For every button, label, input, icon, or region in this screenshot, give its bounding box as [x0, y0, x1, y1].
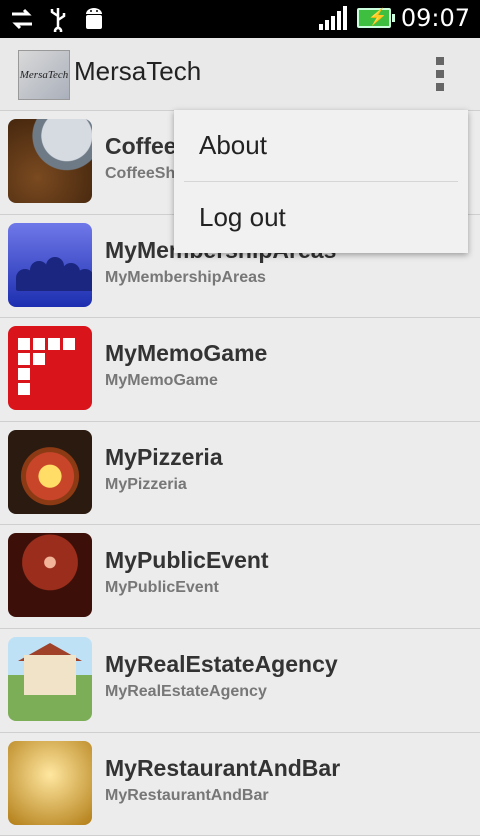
people-silhouettes-thumbnail [8, 222, 92, 307]
item-subtitle: MyPizzeria [105, 475, 187, 493]
list-item[interactable]: MyPublicEvent MyPublicEvent [0, 525, 480, 629]
status-bar: ⚡ 09:07 [0, 0, 480, 38]
item-subtitle: MyRealEstateAgency [105, 682, 267, 700]
item-title: MyPublicEvent [105, 547, 269, 574]
item-subtitle: MyPublicEvent [105, 579, 219, 597]
signal-icon [318, 6, 347, 30]
item-title: MyMemoGame [105, 340, 268, 367]
sync-icon [12, 8, 32, 30]
app-logo[interactable]: MersaTech [18, 50, 70, 100]
item-title: MyRealEstateAgency [105, 650, 338, 677]
house-thumbnail [8, 636, 92, 721]
logo-text: MersaTech [19, 69, 69, 81]
list-item[interactable]: MyRealEstateAgency MyRealEstateAgency [0, 628, 480, 733]
usb-icon [50, 8, 66, 32]
menu-item-logout[interactable]: Log out [174, 182, 468, 253]
memo-grid-thumbnail [8, 326, 92, 411]
item-subtitle: MyRestaurantAndBar [105, 786, 269, 804]
android-debug-icon [86, 8, 102, 29]
list-item[interactable]: MyMemoGame MyMemoGame [0, 318, 480, 422]
battery-charging-icon: ⚡ [356, 8, 395, 28]
coffee-beans-thumbnail [8, 119, 92, 203]
event-hall-thumbnail [8, 533, 92, 618]
item-subtitle: MyMembershipAreas [105, 268, 266, 286]
item-title: MyPizzeria [105, 443, 223, 470]
overflow-popup-menu: About Log out [174, 110, 468, 253]
clock: 09:07 [400, 4, 470, 32]
overflow-menu-icon[interactable] [436, 57, 444, 91]
menu-item-about[interactable]: About [174, 110, 468, 181]
pizza-thumbnail [8, 429, 92, 514]
item-title: MyRestaurantAndBar [105, 754, 341, 781]
restaurant-thumbnail [8, 740, 92, 825]
action-bar: MersaTech MersaTech [0, 38, 480, 111]
list-item[interactable]: MyRestaurantAndBar MyRestaurantAndBar [0, 732, 480, 836]
item-subtitle: MyMemoGame [105, 372, 218, 390]
list-item[interactable]: MyPizzeria MyPizzeria [0, 421, 480, 526]
app-title: MersaTech [74, 56, 202, 86]
